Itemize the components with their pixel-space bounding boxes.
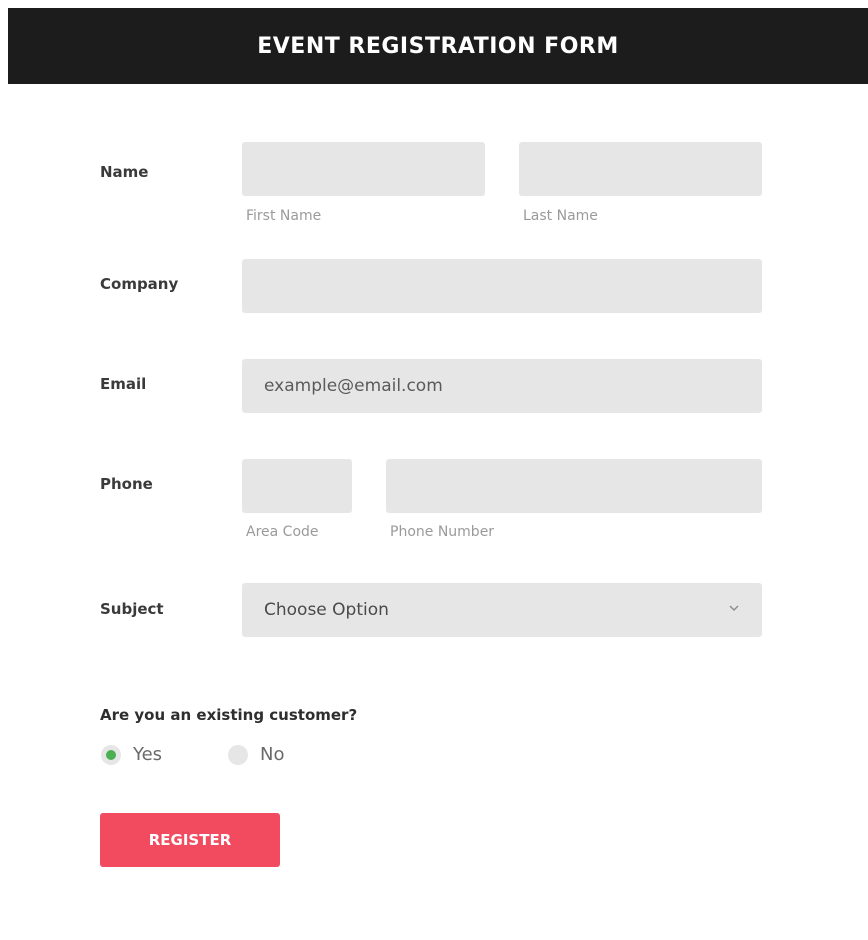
radio-yes[interactable]: Yes: [101, 744, 162, 765]
area-code-input[interactable]: [242, 459, 352, 513]
first-name-label: First Name: [246, 208, 322, 224]
radio-yes-indicator[interactable]: [101, 744, 121, 765]
existing-customer-question: Are you an existing customer?: [100, 706, 358, 724]
radio-no-indicator[interactable]: [228, 744, 248, 765]
first-name-input[interactable]: [242, 142, 485, 196]
name-label: Name: [100, 163, 149, 181]
phone-number-input[interactable]: [386, 459, 762, 513]
area-code-label: Area Code: [246, 524, 319, 540]
register-button[interactable]: REGISTER: [100, 813, 280, 867]
email-input[interactable]: [242, 359, 762, 413]
page-title: EVENT REGISTRATION FORM: [257, 33, 619, 59]
subject-select[interactable]: Choose Option: [242, 583, 762, 637]
email-label: Email: [100, 375, 147, 393]
phone-label: Phone: [100, 475, 153, 493]
form-header: EVENT REGISTRATION FORM: [8, 8, 868, 84]
phone-number-label: Phone Number: [390, 524, 495, 540]
subject-selected-value: Choose Option: [264, 600, 389, 620]
subject-label: Subject: [100, 600, 164, 618]
radio-no-label: No: [260, 744, 285, 765]
last-name-input[interactable]: [519, 142, 762, 196]
radio-yes-label: Yes: [133, 744, 163, 765]
chevron-down-icon: [729, 605, 739, 611]
company-label: Company: [100, 275, 179, 293]
radio-no[interactable]: No: [228, 744, 284, 765]
last-name-label: Last Name: [523, 208, 598, 224]
company-input[interactable]: [242, 259, 762, 313]
